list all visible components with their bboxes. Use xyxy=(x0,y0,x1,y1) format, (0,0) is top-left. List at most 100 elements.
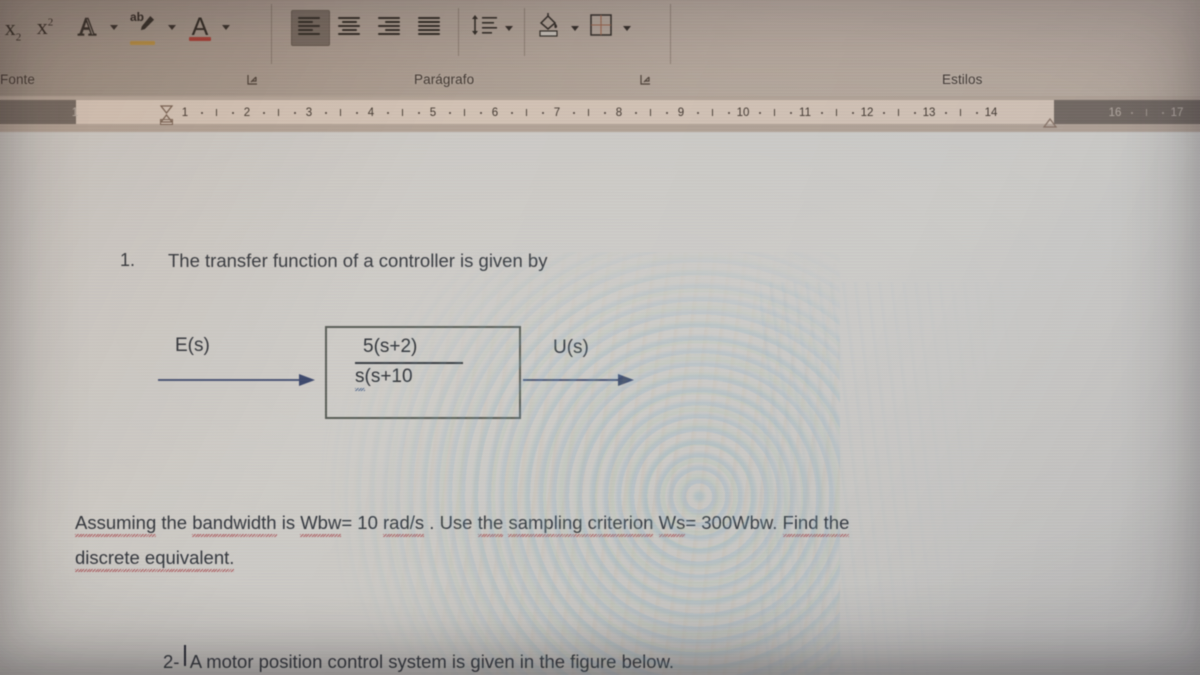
ruler-tick-8: 8 xyxy=(615,107,623,119)
ruler-tick-2: 2 xyxy=(243,107,251,119)
input-arrow-head xyxy=(299,374,315,386)
question-2-text: 2- A motor position control system is gi… xyxy=(163,651,674,673)
diagram-arrows xyxy=(158,374,634,386)
highlighter-icon: ab xyxy=(129,10,159,45)
ruler-minor-mark xyxy=(448,112,451,114)
ribbon-group-label-font: Fonte xyxy=(0,72,36,87)
output-arrow-head xyxy=(618,374,634,386)
ruler-tick-11: 11 xyxy=(799,107,811,119)
t: = 10 xyxy=(341,512,384,533)
ruler-minor-mark xyxy=(1161,112,1164,114)
ruler-minor-mark xyxy=(340,109,341,116)
ribbon-group-paragraph: Parágrafo xyxy=(272,0,672,96)
line-spacing-button[interactable] xyxy=(470,14,498,35)
ruler-minor-mark xyxy=(603,112,606,114)
right-indent-icon xyxy=(1042,117,1058,128)
borders-dropdown-icon[interactable] xyxy=(623,26,631,31)
ruler-minor-mark xyxy=(231,112,234,114)
ruler-minor-mark xyxy=(665,112,668,114)
ruler-tick-12: 12 xyxy=(860,107,874,119)
ruler-tick-9: 9 xyxy=(677,107,685,119)
group-divider xyxy=(458,8,459,56)
question-2-body: A motor position control system is given… xyxy=(189,651,675,672)
subscript-icon: x2 xyxy=(4,14,22,44)
paragraph-line-2: discrete equivalent. xyxy=(75,547,235,572)
font-color-button[interactable]: A xyxy=(186,12,214,42)
text-effects-dropdown-icon[interactable] xyxy=(110,25,118,30)
justify-button[interactable] xyxy=(418,17,440,35)
ruler-minor-mark xyxy=(588,109,589,116)
shading-button[interactable] xyxy=(536,12,562,37)
ruler-minor-mark xyxy=(774,109,775,116)
ruler-minor-mark xyxy=(650,109,651,116)
text-effects-button[interactable]: A xyxy=(72,12,102,42)
subscript-button[interactable]: x2 xyxy=(0,14,30,44)
borders-button[interactable] xyxy=(590,14,612,36)
ruler-minor-mark xyxy=(913,112,916,114)
word: Find the xyxy=(782,512,850,537)
align-center-button[interactable] xyxy=(338,17,360,35)
highlight-dropdown-icon[interactable] xyxy=(168,25,176,30)
ruler-minor-mark xyxy=(464,109,465,116)
word: sampling criterion xyxy=(508,512,654,537)
ruler-minor-mark xyxy=(712,109,713,116)
shading-dropdown-icon[interactable] xyxy=(571,26,579,31)
word-window-photo: x2 x2 A ab A Fonte Parágrafo Estilos 1 1… xyxy=(0,0,1200,675)
font-color-dropdown-icon[interactable] xyxy=(222,25,230,30)
ruler-tick-4: 4 xyxy=(367,107,375,119)
dialog-launcher-icon xyxy=(640,75,650,85)
ribbon-group-label-styles: Estilos xyxy=(942,72,983,87)
text-highlight-color-button[interactable]: ab xyxy=(128,10,160,45)
denominator-rest: (s+10 xyxy=(364,365,413,387)
ribbon-group-label-paragraph: Parágrafo xyxy=(414,72,475,87)
align-right-button[interactable] xyxy=(378,17,400,35)
ruler-tick-1: 1 xyxy=(71,107,79,119)
hanging-indent-marker[interactable] xyxy=(159,110,174,123)
ruler-minor-mark xyxy=(975,112,978,114)
ruler-minor-mark xyxy=(789,112,792,114)
line-spacing-dropdown-icon[interactable] xyxy=(505,26,513,31)
paint-bucket-icon xyxy=(539,13,558,37)
highlighter-pen-icon xyxy=(140,15,155,31)
group-divider xyxy=(524,8,525,56)
ruler-minor-mark xyxy=(262,112,265,114)
ruler-minor-mark xyxy=(836,109,837,116)
ruler-minor-mark xyxy=(820,112,823,114)
font-color-swatch xyxy=(189,37,211,41)
borders-icon xyxy=(590,14,612,36)
ruler-tick-3: 3 xyxy=(305,107,313,119)
ruler-minor-mark xyxy=(510,112,513,114)
right-indent-marker[interactable] xyxy=(1042,115,1058,128)
ruler-left-margin-zone xyxy=(0,100,76,124)
left-indent-marker[interactable] xyxy=(160,119,173,125)
document-page[interactable]: 1. The transfer function of a controller… xyxy=(0,132,1200,675)
fraction-bar xyxy=(355,362,463,364)
ruler-minor-mark xyxy=(572,112,575,114)
list-number-2: 2- xyxy=(163,651,180,672)
line-spacing-icon xyxy=(472,15,497,35)
superscript-button[interactable]: x2 xyxy=(28,12,62,42)
transfer-function-fraction: 5(s+2) s(s+10 xyxy=(355,336,470,391)
ruler-minor-mark xyxy=(200,112,203,114)
ruler-minor-mark xyxy=(355,112,358,114)
ribbon-group-styles: Estilos xyxy=(672,0,1200,96)
ruler-minor-mark xyxy=(324,112,327,114)
diagram-input-label: E(s) xyxy=(175,335,210,356)
text-effects-icon: A xyxy=(77,13,97,41)
word: Assuming xyxy=(75,512,157,537)
t: is xyxy=(276,512,301,533)
ruler-minor-mark xyxy=(216,109,217,116)
font-dialog-launcher[interactable] xyxy=(247,74,259,86)
horizontal-ruler[interactable]: 1 1 2 3 4 5 6 7 8 9 10 11 12 13 14 16 17 xyxy=(0,96,1200,132)
ruler-text-zone xyxy=(76,100,1054,124)
ruler-tick-13: 13 xyxy=(922,107,936,119)
first-line-indent-marker[interactable] xyxy=(159,101,174,115)
align-left-button[interactable] xyxy=(298,17,320,35)
ruler-tick-14: 14 xyxy=(984,107,998,119)
ruler-tick-17: 17 xyxy=(1170,107,1184,119)
word: the xyxy=(477,512,504,537)
paragraph-dialog-launcher[interactable] xyxy=(640,74,652,86)
block-diagram: E(s) U(s) 5(s+2) s(s+10 xyxy=(0,132,1200,675)
diagram-output-label: U(s) xyxy=(553,337,589,358)
word: bandwidth xyxy=(192,512,277,537)
